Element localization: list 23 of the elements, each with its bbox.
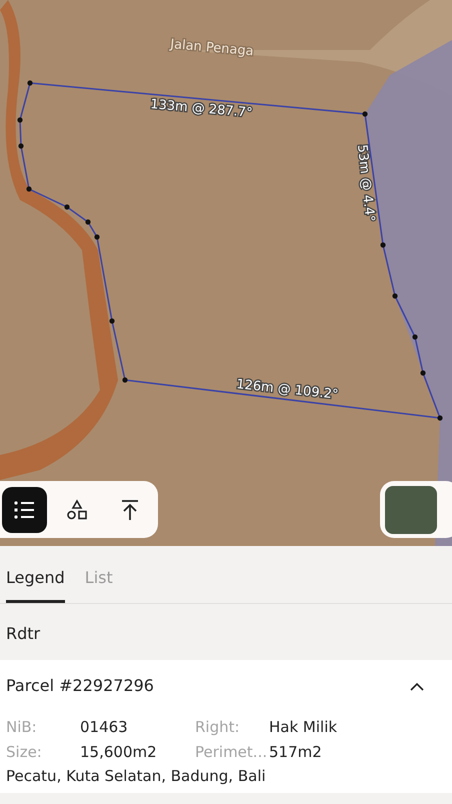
parcel-address: Pecatu, Kuta Selatan, Badung, Bali [6, 766, 267, 787]
street-label: Jalan Penaga [170, 37, 254, 60]
field-value: Hak Milik [269, 717, 338, 738]
legend-button[interactable] [2, 486, 47, 532]
edge-measurement: 133m @ 287.7° [150, 97, 254, 121]
parcel-title: Parcel #22927296 [6, 675, 154, 697]
shapes-icon [66, 498, 88, 520]
tab[interactable]: Legend [6, 566, 65, 603]
satellite-thumbnail [385, 486, 437, 534]
legend-item[interactable]: Rdtr [6, 624, 40, 643]
upload-icon [120, 498, 140, 520]
field-label: Perimet... [195, 742, 268, 762]
chevron-icon [410, 682, 424, 692]
field-value: 517m2 [269, 742, 323, 762]
field-label: Size: [6, 742, 43, 762]
map-style-button[interactable] [380, 481, 452, 538]
field-value: 01463 [80, 717, 129, 738]
field-label: Right: [195, 717, 241, 738]
field-label: NiB: [6, 717, 38, 738]
edge-measurement: 53m @ 4.4° [354, 144, 378, 223]
edge-measurement: 126m @ 109.2° [236, 377, 340, 403]
field-value: 15,600m2 [80, 742, 158, 762]
list-icon [13, 500, 36, 520]
